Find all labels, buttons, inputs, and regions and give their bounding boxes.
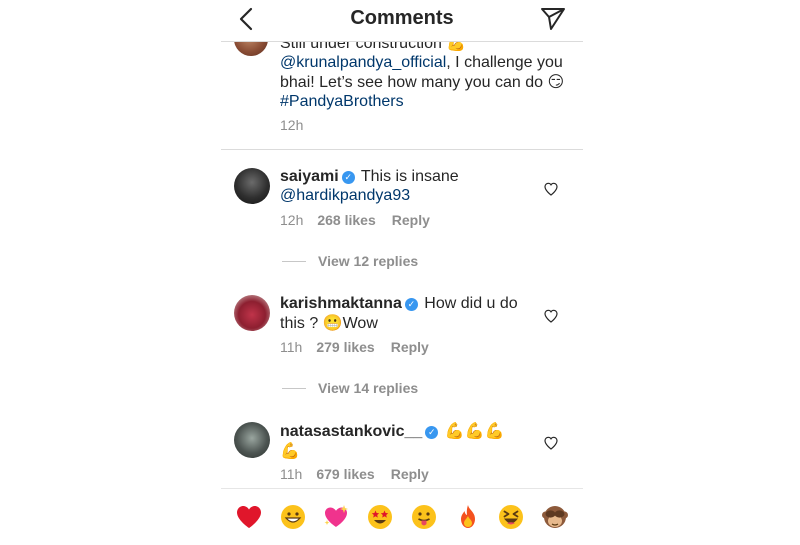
comment-message: This is insane: [360, 168, 459, 185]
grinning-face-icon: [280, 505, 305, 529]
grinning-face-emoji-button[interactable]: [277, 501, 309, 533]
heart-outline-icon[interactable]: [543, 181, 559, 197]
laughing-face-icon: [499, 505, 524, 529]
tongue-face-emoji-button[interactable]: [408, 501, 440, 533]
mention-link[interactable]: @hardikpandya93: [280, 187, 410, 204]
star-struck-icon: [368, 505, 393, 529]
header-bar: Comments: [221, 0, 583, 42]
flexed-biceps-emoji: 💪: [280, 441, 300, 460]
divider: [282, 387, 306, 389]
comment-meta: 11h 279 likes Reply: [280, 339, 445, 355]
grimacing-face-emoji: 😬: [322, 313, 343, 332]
reply-button[interactable]: Reply: [392, 212, 430, 228]
comment-timestamp: 11h: [280, 466, 303, 482]
likes-count[interactable]: 279 likes: [316, 339, 374, 355]
heart-outline-icon[interactable]: [543, 308, 559, 324]
smirking-face-emoji: 😏: [547, 72, 565, 91]
verified-badge-icon: ✓: [341, 171, 355, 184]
likes-count[interactable]: 268 likes: [317, 212, 375, 228]
laughing-face-emoji-button[interactable]: [495, 501, 527, 533]
red-heart-emoji-button[interactable]: [233, 501, 265, 533]
username[interactable]: karishmaktanna: [280, 295, 402, 312]
fire-emoji-button[interactable]: [452, 501, 484, 533]
red-heart-icon: [236, 506, 261, 528]
comment-meta: 11h 679 likes Reply: [280, 466, 445, 482]
caption-timestamp: 12h: [280, 117, 304, 133]
avatar[interactable]: [234, 42, 268, 56]
view-replies-label: View 12 replies: [318, 253, 419, 269]
reply-button[interactable]: Reply: [391, 339, 429, 355]
comment-timestamp: 12h: [280, 212, 304, 228]
avatar[interactable]: [234, 295, 270, 331]
comment-timestamp: 11h: [280, 339, 303, 355]
see-no-evil-monkey-icon: [542, 506, 569, 528]
flexed-biceps-emoji: 💪: [446, 42, 467, 52]
username[interactable]: saiyami: [280, 168, 339, 185]
page-title: Comments: [350, 7, 454, 29]
paper-plane-icon: [541, 8, 565, 30]
sparkling-heart-icon: [324, 505, 349, 527]
tongue-face-icon: [411, 505, 436, 529]
view-replies-button[interactable]: View 12 replies: [282, 253, 418, 269]
sparkling-heart-emoji-button[interactable]: [320, 501, 352, 533]
see-no-evil-monkey-emoji-button[interactable]: [539, 501, 571, 533]
verified-badge-icon: ✓: [404, 298, 418, 311]
comments-screen: Comments Still under construction 💪 @kru…: [221, 0, 583, 545]
post-caption: Still under construction 💪 @krunalpandya…: [221, 42, 583, 150]
emoji-reaction-bar: [221, 488, 583, 545]
fire-icon: [460, 505, 475, 528]
comment-message-end: Wow: [342, 315, 378, 332]
username[interactable]: natasastankovic__: [280, 423, 422, 440]
heart-outline-icon[interactable]: [543, 435, 559, 451]
view-replies-button[interactable]: View 14 replies: [282, 380, 418, 396]
avatar[interactable]: [234, 168, 270, 204]
star-struck-emoji-button[interactable]: [364, 501, 396, 533]
caption-text: Still under construction 💪 @krunalpandya…: [280, 42, 570, 111]
reply-button[interactable]: Reply: [391, 466, 429, 482]
flexed-biceps-emoji: 💪💪💪: [444, 421, 505, 440]
hashtag-link[interactable]: #PandyaBrothers: [280, 93, 404, 110]
verified-badge-icon: ✓: [425, 426, 439, 439]
mention-link[interactable]: @krunalpandya_official: [280, 54, 446, 71]
divider: [282, 260, 306, 262]
comment-text: natasastankovic__ ✓ 💪💪💪 💪: [280, 421, 535, 461]
avatar[interactable]: [234, 422, 270, 458]
comment-text: karishmaktanna ✓ How did u do this ? 😬Wow: [280, 294, 535, 333]
share-button[interactable]: [539, 5, 567, 33]
view-replies-label: View 14 replies: [318, 380, 419, 396]
comment-text: saiyami ✓ This is insane @hardikpandya93: [280, 167, 535, 205]
likes-count[interactable]: 679 likes: [316, 466, 374, 482]
comment-meta: 12h 268 likes Reply: [280, 212, 446, 228]
caption-line: Still under construction: [280, 42, 447, 52]
